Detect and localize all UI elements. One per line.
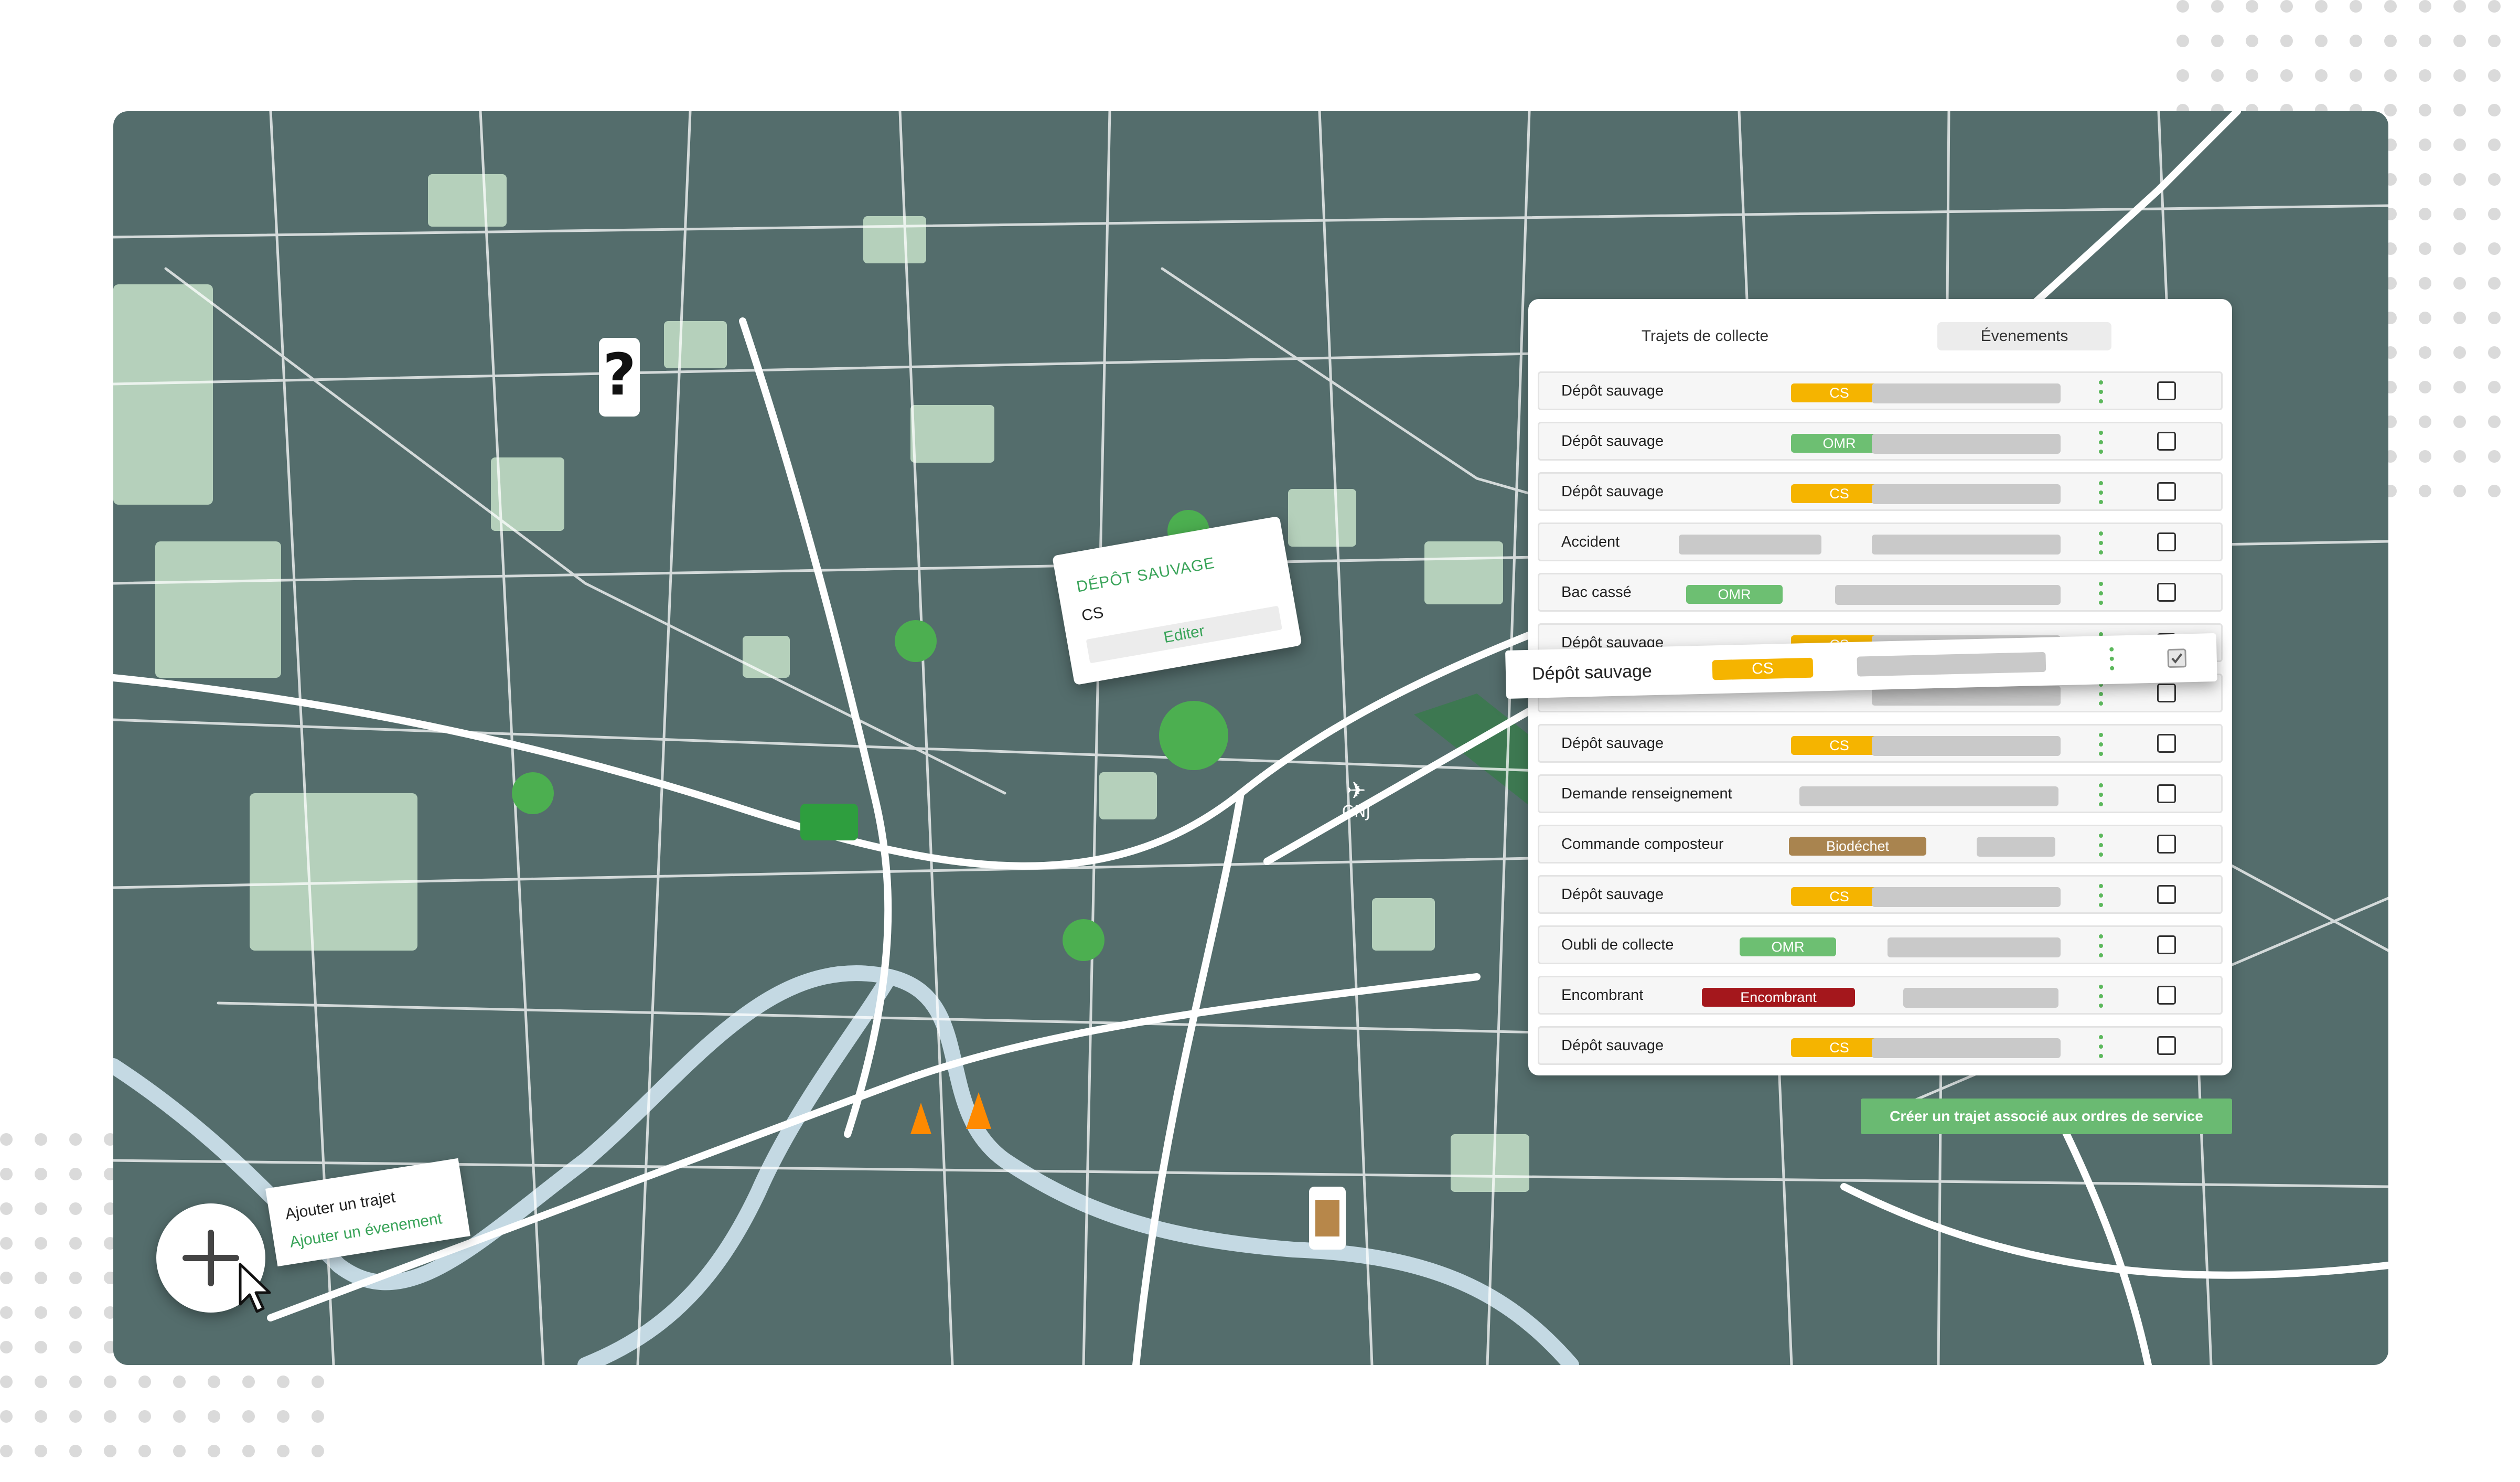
event-row-checkbox[interactable] [2157,935,2176,954]
event-row-checkbox[interactable] [2157,835,2176,854]
kebab-menu-icon[interactable] [2109,647,2115,670]
kebab-menu-icon[interactable] [2099,481,2103,504]
event-row-badge: OMR [1686,585,1783,604]
event-row[interactable]: Dépôt sauvage OMR [1538,422,2223,461]
checkmark-icon [2171,653,2183,664]
kebab-menu-icon[interactable] [2099,431,2103,454]
dragged-row-placeholder [1857,652,2046,677]
event-row[interactable]: Demande renseignement [1538,774,2223,813]
event-row-checkbox[interactable] [2157,784,2176,803]
tab-events[interactable]: Évenements [1937,322,2111,350]
event-row-placeholder [1679,535,1821,555]
dragged-row-checkbox[interactable] [2167,648,2187,668]
event-row-label: Oubli de collecte [1561,936,1674,953]
popup-title: DÉPÔT SAUVAGE [1075,554,1216,596]
waste-marker-1 [512,772,554,814]
event-row-checkbox[interactable] [2157,1036,2176,1055]
kebab-menu-icon[interactable] [2099,733,2103,756]
event-row[interactable]: Oubli de collecte OMR [1538,925,2223,964]
airport-label: GNJ [1342,803,1371,821]
event-row[interactable]: Encombrant Encombrant [1538,976,2223,1015]
kebab-menu-icon[interactable] [2099,985,2103,1008]
tab-routes[interactable]: Trajets de collecte [1610,322,1800,350]
kebab-menu-icon[interactable] [2099,834,2103,857]
event-row-label: Demande renseignement [1561,785,1732,802]
event-row-checkbox[interactable] [2157,734,2176,753]
event-row-checkbox[interactable] [2157,532,2176,551]
event-row-placeholder [1872,535,2061,555]
event-row-placeholder [1872,736,2061,756]
event-row-checkbox[interactable] [2157,482,2176,501]
kebab-menu-icon[interactable] [2099,380,2103,403]
panel-tabs: Trajets de collecte Évenements [1528,299,2232,372]
kebab-menu-icon[interactable] [2099,683,2103,706]
event-row-checkbox[interactable] [2157,684,2176,702]
event-row-label: Dépôt sauvage [1561,735,1664,752]
event-row[interactable]: Bac cassé OMR [1538,573,2223,612]
svg-text:✈: ✈ [1347,777,1366,804]
event-row[interactable]: Dépôt sauvageCS [1538,472,2223,511]
event-row-placeholder [1799,786,2058,806]
event-row-placeholder [1835,585,2061,605]
event-row-placeholder [1872,484,2061,504]
event-row-checkbox[interactable] [2157,885,2176,904]
kebab-menu-icon[interactable] [2099,783,2103,806]
event-row[interactable]: Dépôt sauvageCS [1538,371,2223,410]
dragged-row-label: Dépôt sauvage [1531,661,1653,684]
event-row-badge: Biodéchet [1789,837,1926,856]
event-row-badge: OMR [1740,937,1836,956]
kebab-menu-icon[interactable] [2099,582,2103,605]
event-row[interactable]: Accident [1538,523,2223,561]
event-row-label: Encombrant [1561,987,1644,1004]
event-row-label: Commande composteur [1561,836,1724,852]
event-row[interactable]: Commande composteur Biodéchet [1538,825,2223,863]
dragged-row-badge: CS [1712,657,1814,680]
event-row-label: Dépôt sauvage [1561,886,1664,903]
event-row-label: Dépôt sauvage [1561,1037,1664,1054]
event-row-checkbox[interactable] [2157,381,2176,400]
event-row-placeholder [1903,988,2058,1008]
truck-marker [800,804,858,840]
event-row-checkbox[interactable] [2157,583,2176,602]
event-row[interactable]: Dépôt sauvageCS [1538,724,2223,763]
airport-icon: ✈ [1347,777,1366,804]
event-row-placeholder [1977,837,2055,857]
event-row-checkbox[interactable] [2157,432,2176,451]
event-row-badge: Encombrant [1702,988,1855,1007]
event-row-label: Dépôt sauvage [1561,382,1664,399]
event-row-placeholder [1872,434,2061,454]
event-row-label: Dépôt sauvage [1561,433,1664,450]
svg-text:?: ? [603,341,636,408]
popup-subtitle: CS [1080,603,1105,625]
cone-marker-1 [910,1103,931,1134]
mouse-pointer-icon [239,1263,271,1313]
kebab-menu-icon[interactable] [2099,1035,2103,1058]
menu-add-route[interactable]: Ajouter un trajet [284,1189,397,1224]
kebab-menu-icon[interactable] [2099,531,2103,555]
event-row-label: Bac cassé [1561,584,1632,601]
event-row-checkbox[interactable] [2157,986,2176,1005]
event-row-placeholder [1872,383,2061,403]
kebab-menu-icon[interactable] [2099,884,2103,907]
event-row-placeholder [1872,887,2061,907]
event-row[interactable]: Dépôt sauvageCS [1538,1026,2223,1065]
waste-marker-5 [1063,919,1104,961]
waste-marker-4 [1159,701,1228,770]
event-row-label: Accident [1561,534,1620,550]
kebab-menu-icon[interactable] [2099,934,2103,957]
event-row-placeholder [1872,1038,2061,1058]
event-row-placeholder [1888,937,2061,957]
create-route-button[interactable]: Créer un trajet associé aux ordres de se… [1861,1099,2232,1134]
event-row-label: Dépôt sauvage [1561,483,1664,500]
waste-marker-2 [895,620,937,662]
event-row[interactable]: Dépôt sauvageCS [1538,875,2223,914]
